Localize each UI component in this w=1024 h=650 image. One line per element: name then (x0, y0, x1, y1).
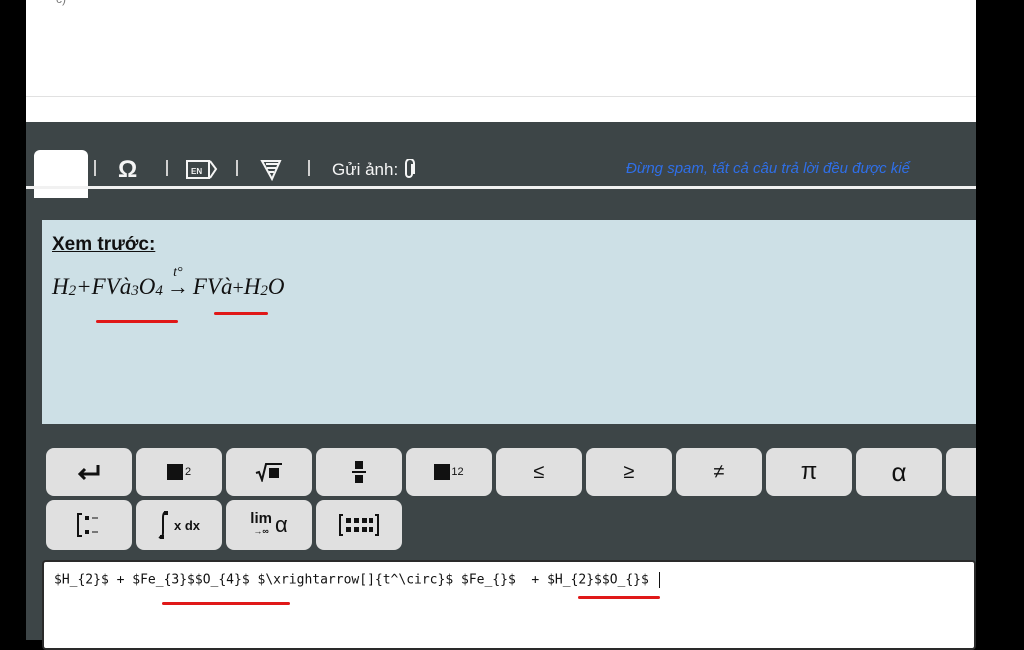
box-icon (434, 464, 451, 480)
right-frame (976, 0, 1024, 640)
preview-title: Xem trước: (52, 234, 156, 255)
alpha-label: α (891, 456, 907, 487)
preview-formula: H2 + FVà 3 O4 t° → FVà + H2 O (52, 266, 285, 300)
draw-icon[interactable] (260, 156, 286, 184)
sqrt-key[interactable] (226, 448, 312, 496)
formula-o: O (138, 274, 156, 299)
box-icon (166, 464, 183, 480)
keyboard-lang-icon[interactable]: EN (186, 156, 218, 184)
svg-text:EN: EN (191, 167, 202, 176)
pi-key[interactable]: π (766, 448, 852, 496)
toolbar-separator (94, 160, 96, 176)
formula-sub: 4 (155, 283, 163, 299)
paperclip-icon (405, 159, 416, 178)
not-equal-key[interactable]: ≠ (676, 448, 762, 496)
arrow-symbol: → (166, 274, 189, 299)
enter-key[interactable] (46, 448, 132, 496)
integral-icon (158, 511, 168, 539)
formula-fva: FVà (192, 274, 233, 299)
pi-label: π (800, 458, 818, 485)
toolbar-separator (308, 160, 310, 176)
math-editor: Ω EN Gửi ảnh: Đừng spam, tất cả câu trả … (26, 122, 976, 650)
bracket-matrix-icon (77, 513, 98, 537)
corner-label: c) (56, 0, 66, 6)
formula-plus: + (232, 277, 244, 299)
integral-key[interactable]: x dx (136, 500, 222, 550)
formula-h: H (243, 274, 261, 299)
editor-toolbar: Ω EN Gửi ảnh: Đừng spam, tất cả câu trả … (26, 122, 976, 198)
alpha-key[interactable]: α (856, 448, 942, 496)
formula-fva: FVà (91, 274, 132, 299)
divider (26, 96, 976, 97)
omega-icon[interactable]: Ω (118, 156, 137, 184)
subscript-key[interactable]: 12 (406, 448, 492, 496)
preview-panel: Xem trước: H2 + FVà 3 O4 t° → FVà + H2 O (42, 220, 976, 424)
upload-image[interactable]: Gửi ảnh: (332, 156, 417, 184)
matrix-key[interactable] (316, 500, 402, 550)
toolbar-separator (236, 160, 238, 176)
not-equal-label: ≠ (713, 460, 725, 483)
more-key[interactable] (946, 448, 976, 496)
sqrt-icon (255, 463, 282, 482)
toolbar-underline (26, 186, 976, 189)
latex-input[interactable]: $H_{2}$ + $Fe_{3}$$O_{4}$ $\xrightarrow[… (42, 560, 976, 650)
latex-text: $H_{2}$ + $Fe_{3}$$O_{4}$ $\xrightarrow[… (54, 572, 657, 588)
formula-sub: 2 (68, 283, 77, 299)
greater-equal-label: ≥ (623, 460, 635, 483)
fraction-icon (352, 461, 366, 483)
formula-plus: + (76, 274, 92, 299)
answer-area-top: c) (26, 0, 976, 122)
limit-sub-label: →∞ (253, 526, 269, 536)
subscript-label: 12 (451, 466, 464, 478)
integral-label: x dx (173, 517, 200, 533)
toolbar-separator (166, 160, 168, 176)
text-caret (658, 572, 660, 588)
left-frame (0, 0, 26, 640)
formula-sub: 2 (260, 283, 268, 299)
enter-icon (77, 465, 100, 481)
limit-label: lim (250, 510, 272, 527)
spam-notice: Đừng spam, tất cả câu trả lời đều được k… (626, 160, 910, 177)
fraction-key[interactable] (316, 448, 402, 496)
limit-var-label: α (274, 512, 288, 537)
greater-equal-key[interactable]: ≥ (586, 448, 672, 496)
latex-input-value[interactable]: $H_{2}$ + $Fe_{3}$$O_{4}$ $\xrightarrow[… (54, 572, 660, 588)
matrix-grid-icon (339, 514, 379, 536)
less-equal-key[interactable]: ≤ (496, 448, 582, 496)
superscript-key[interactable]: 2 (136, 448, 222, 496)
limit-key[interactable]: lim →∞ α (226, 500, 312, 550)
upload-label: Gửi ảnh: (332, 160, 399, 179)
matrix-bracket-key[interactable] (46, 500, 132, 550)
formula-o: O (267, 274, 285, 299)
red-underline (96, 320, 178, 323)
red-underline (214, 312, 268, 315)
less-equal-label: ≤ (533, 460, 545, 483)
formula-arrow: t° → (167, 266, 189, 298)
red-underline (578, 596, 660, 599)
superscript-label: 2 (184, 466, 192, 478)
formula-h: H (52, 274, 69, 299)
tab-active[interactable] (34, 150, 88, 198)
formula-sub: 3 (131, 283, 139, 299)
red-underline (162, 602, 290, 605)
limit-icon: lim →∞ (250, 510, 272, 537)
